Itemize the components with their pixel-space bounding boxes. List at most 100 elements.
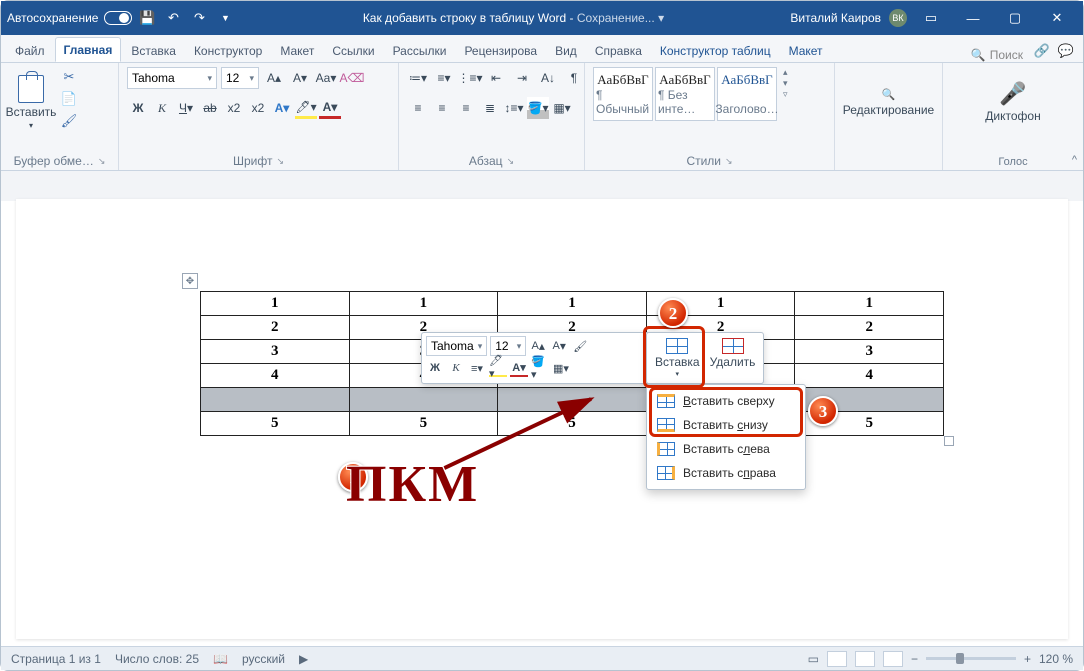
tab-review[interactable]: Рецензирова bbox=[456, 39, 545, 62]
tab-view[interactable]: Вид bbox=[547, 39, 585, 62]
maximize-icon[interactable]: ▢ bbox=[995, 3, 1035, 33]
dialog-launcher-icon[interactable]: ↘ bbox=[507, 156, 515, 167]
zoom-out-icon[interactable]: − bbox=[911, 652, 918, 666]
menu-insert-below[interactable]: Вставить снизу bbox=[647, 413, 805, 437]
tab-home[interactable]: Главная bbox=[55, 37, 122, 62]
underline-button[interactable]: Ч▾ bbox=[175, 97, 197, 119]
numbering-icon[interactable]: ≡▾ bbox=[433, 67, 455, 89]
menu-insert-left[interactable]: Вставить слева bbox=[647, 437, 805, 461]
collapse-ribbon-icon[interactable]: ^ bbox=[1072, 154, 1077, 166]
zoom-value[interactable]: 120 % bbox=[1039, 652, 1073, 666]
copy-icon[interactable]: 📄 bbox=[59, 89, 79, 109]
mini-borders-icon[interactable]: ▦▾ bbox=[552, 359, 570, 377]
mini-size-combo[interactable]: 12▾ bbox=[490, 336, 526, 356]
editing-button[interactable]: 🔍Редактирование bbox=[849, 67, 929, 137]
paste-button[interactable]: Вставить▾ bbox=[9, 67, 53, 137]
status-language[interactable]: русский bbox=[242, 652, 285, 666]
justify-icon[interactable]: ≣ bbox=[479, 97, 501, 119]
share-icon[interactable]: 🔗 bbox=[1031, 40, 1053, 62]
mini-font-combo[interactable]: Tahoma▾ bbox=[426, 336, 487, 356]
zoom-in-icon[interactable]: + bbox=[1024, 652, 1031, 666]
dialog-launcher-icon[interactable]: ↘ bbox=[276, 156, 284, 167]
tab-help[interactable]: Справка bbox=[587, 39, 650, 62]
menu-insert-above[interactable]: Вставить сверху bbox=[647, 389, 805, 413]
align-left-icon[interactable]: ≡ bbox=[407, 97, 429, 119]
multilevel-icon[interactable]: ⋮≡▾ bbox=[459, 67, 481, 89]
table-resize-handle-icon[interactable] bbox=[944, 436, 954, 446]
shading-icon[interactable]: 🪣▾ bbox=[527, 97, 549, 119]
redo-icon[interactable]: ↷ bbox=[188, 7, 210, 29]
mini-bold[interactable]: Ж bbox=[426, 359, 444, 377]
tab-file[interactable]: Файл bbox=[7, 39, 53, 62]
save-icon[interactable]: 💾 bbox=[136, 7, 158, 29]
mini-grow-icon[interactable]: A▴ bbox=[529, 337, 547, 355]
indent-right-icon[interactable]: ⇥ bbox=[511, 67, 533, 89]
view-web-icon[interactable] bbox=[883, 651, 903, 667]
align-center-icon[interactable]: ≡ bbox=[431, 97, 453, 119]
cut-icon[interactable]: ✂ bbox=[59, 67, 79, 87]
highlight-icon[interactable]: 🖊▾ bbox=[295, 97, 317, 119]
close-icon[interactable]: ✕ bbox=[1037, 3, 1077, 33]
table-move-handle-icon[interactable]: ✥ bbox=[182, 273, 198, 289]
mini-highlight-icon[interactable]: 🖊▾ bbox=[489, 359, 507, 377]
tab-table-design[interactable]: Конструктор таблиц bbox=[652, 39, 779, 62]
autosave-toggle[interactable]: Автосохранение bbox=[7, 11, 132, 25]
italic-button[interactable]: К bbox=[151, 97, 173, 119]
mini-shrink-icon[interactable]: A▾ bbox=[550, 337, 568, 355]
strike-button[interactable]: ab bbox=[199, 97, 221, 119]
styles-gallery-expand[interactable]: ▴▾▿ bbox=[781, 67, 799, 100]
tab-mailings[interactable]: Рассылки bbox=[385, 39, 455, 62]
view-print-icon[interactable] bbox=[855, 651, 875, 667]
font-color-icon[interactable]: A▾ bbox=[319, 97, 341, 119]
user-name[interactable]: Виталий Каиров bbox=[790, 11, 881, 25]
clear-format-icon[interactable]: A⌫ bbox=[341, 67, 363, 89]
style-heading[interactable]: АаБбВвГЗаголово… bbox=[717, 67, 777, 121]
line-spacing-icon[interactable]: ↕≡▾ bbox=[503, 97, 525, 119]
view-read-icon[interactable] bbox=[827, 651, 847, 667]
status-page[interactable]: Страница 1 из 1 bbox=[11, 652, 101, 666]
mini-fontcolor-icon[interactable]: A▾ bbox=[510, 359, 528, 377]
ribbon-mode-icon[interactable]: ▭ bbox=[911, 3, 951, 33]
bold-button[interactable]: Ж bbox=[127, 97, 149, 119]
status-macro-icon[interactable]: ▶ bbox=[299, 652, 308, 666]
style-nospacing[interactable]: АаБбВвГ¶ Без инте… bbox=[655, 67, 715, 121]
bullets-icon[interactable]: ≔▾ bbox=[407, 67, 429, 89]
sort-icon[interactable]: A↓ bbox=[537, 67, 559, 89]
status-spellcheck-icon[interactable]: 📖 bbox=[213, 652, 228, 666]
tab-design[interactable]: Конструктор bbox=[186, 39, 270, 62]
tab-insert[interactable]: Вставка bbox=[123, 39, 184, 62]
tab-layout[interactable]: Макет bbox=[272, 39, 322, 62]
mini-italic[interactable]: К bbox=[447, 359, 465, 377]
mini-shading-icon[interactable]: 🪣▾ bbox=[531, 359, 549, 377]
comments-icon[interactable]: 💬 bbox=[1055, 40, 1077, 62]
dialog-launcher-icon[interactable]: ↘ bbox=[725, 156, 733, 167]
minimize-icon[interactable]: — bbox=[953, 3, 993, 33]
dictate-button[interactable]: 🎤Диктофон bbox=[991, 67, 1035, 137]
text-effects-icon[interactable]: A▾ bbox=[271, 97, 293, 119]
borders-icon[interactable]: ▦▾ bbox=[551, 97, 573, 119]
change-case-icon[interactable]: Aa▾ bbox=[315, 67, 337, 89]
mini-delete-button[interactable]: Удалить bbox=[706, 336, 760, 380]
subscript-button[interactable]: x2 bbox=[223, 97, 245, 119]
avatar[interactable]: ВК bbox=[889, 9, 907, 27]
mini-insert-button[interactable]: Вставка ▾ bbox=[651, 336, 704, 380]
shrink-font-icon[interactable]: A▾ bbox=[289, 67, 311, 89]
format-painter-icon[interactable]: 🖌 bbox=[59, 111, 79, 131]
menu-insert-right[interactable]: Вставить справа bbox=[647, 461, 805, 485]
font-family-combo[interactable]: Tahoma▾ bbox=[127, 67, 217, 89]
view-focus-icon[interactable]: ▭ bbox=[808, 652, 819, 666]
align-right-icon[interactable]: ≡ bbox=[455, 97, 477, 119]
undo-icon[interactable]: ↶ bbox=[162, 7, 184, 29]
indent-left-icon[interactable]: ⇤ bbox=[485, 67, 507, 89]
dialog-launcher-icon[interactable]: ↘ bbox=[98, 156, 106, 167]
mini-align-icon[interactable]: ≡▾ bbox=[468, 359, 486, 377]
tab-references[interactable]: Ссылки bbox=[324, 39, 382, 62]
show-marks-icon[interactable]: ¶ bbox=[563, 67, 585, 89]
status-words[interactable]: Число слов: 25 bbox=[115, 652, 199, 666]
zoom-slider[interactable] bbox=[926, 657, 1016, 660]
font-size-combo[interactable]: 12▾ bbox=[221, 67, 259, 89]
tab-table-layout[interactable]: Макет bbox=[781, 39, 831, 62]
grow-font-icon[interactable]: A▴ bbox=[263, 67, 285, 89]
search-box[interactable]: 🔍 Поиск bbox=[971, 48, 1029, 62]
mini-format-painter-icon[interactable]: 🖌 bbox=[571, 337, 589, 355]
